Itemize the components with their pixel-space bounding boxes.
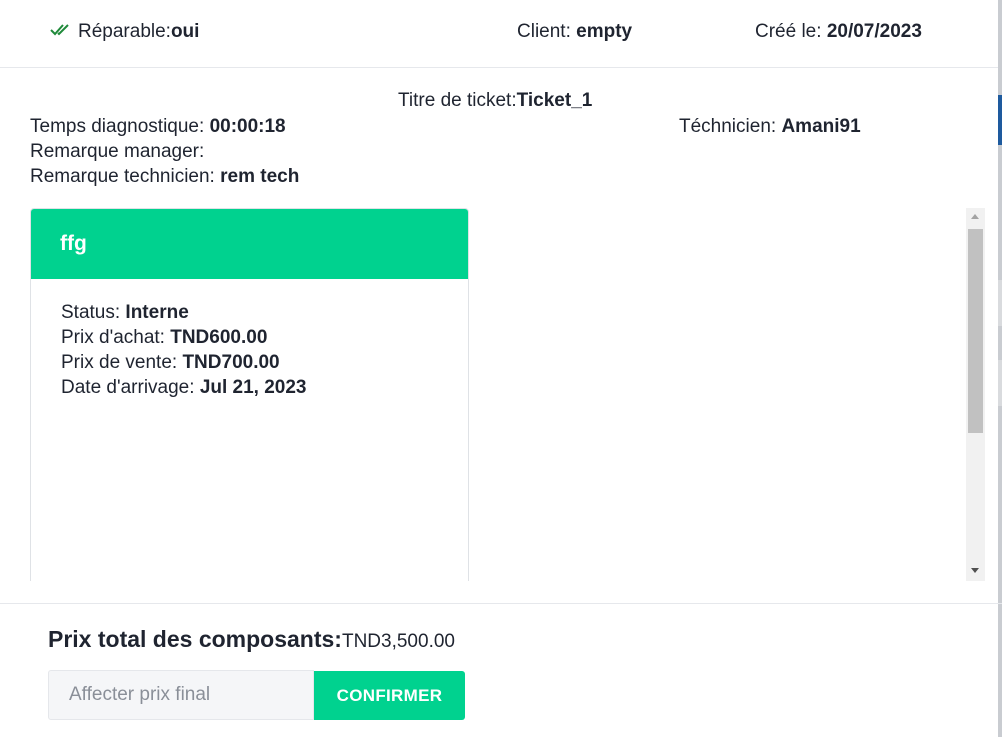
component-arrival-date: Date d'arrivage: Jul 21, 2023 (61, 375, 468, 400)
reparable-label: Réparable: (78, 21, 171, 42)
component-status-label: Status: (61, 302, 126, 323)
sale-price-label: Prix de vente: (61, 352, 183, 373)
technician-remark-label: Remarque technicien: (30, 166, 221, 187)
ticket-title: Titre de ticket:Ticket_1 (398, 90, 592, 112)
ticket-title-label: Titre de ticket: (398, 90, 517, 111)
scroll-up-arrow-icon[interactable] (971, 214, 979, 219)
scrollbar-thumb[interactable] (968, 229, 983, 433)
diagnostic-time-value: 00:00:18 (209, 116, 286, 137)
scroll-down-arrow-icon[interactable] (971, 568, 979, 573)
total-value: TND3,500.00 (341, 631, 455, 652)
vertical-scrollbar[interactable] (966, 208, 985, 581)
reparable-value: oui (170, 21, 200, 42)
technician: Téchnicien: Amani91 (679, 116, 861, 138)
sale-price-value: TND700.00 (182, 352, 280, 373)
components-total: Prix total des composants:TND3,500.00 (48, 626, 455, 653)
diagnostic-time-label: Temps diagnostique: (30, 116, 210, 137)
technician-value: Amani91 (781, 116, 861, 137)
component-name: ffg (60, 232, 87, 255)
arrival-date-value: Jul 21, 2023 (199, 377, 307, 398)
component-status: Status: Interne (61, 300, 468, 325)
background-window-edge-accent (998, 95, 1002, 145)
confirm-button[interactable]: CONFIRMER (314, 671, 465, 720)
manager-remark-label: Remarque manager: (30, 141, 205, 162)
technician-remark: Remarque technicien: rem tech (30, 166, 299, 188)
manager-remark: Remarque manager: (30, 141, 204, 163)
ticket-footer: Prix total des composants:TND3,500.00 CO… (0, 603, 1002, 738)
technician-label: Téchnicien: (679, 116, 782, 137)
components-scroll-area[interactable]: ffg Status: Interne Prix d'achat: TND600… (0, 208, 1002, 581)
ticket-header: Réparable: oui Client: empty Créé le: 20/… (0, 0, 1002, 68)
client-value: empty (576, 21, 633, 42)
double-check-icon (50, 24, 69, 36)
arrival-date-label: Date d'arrivage: (61, 377, 200, 398)
client-label: Client: (517, 21, 577, 42)
ticket-title-value: Ticket_1 (516, 90, 593, 111)
diagnostic-time: Temps diagnostique: 00:00:18 (30, 116, 286, 138)
total-label: Prix total des composants: (48, 626, 342, 652)
purchase-price-value: TND600.00 (170, 327, 268, 348)
component-status-value: Interne (125, 302, 189, 323)
created-date: Créé le: 20/07/2023 (755, 21, 922, 43)
component-card: ffg Status: Interne Prix d'achat: TND600… (30, 208, 469, 581)
created-value: 20/07/2023 (826, 21, 922, 42)
component-sale-price: Prix de vente: TND700.00 (61, 350, 468, 375)
client-info: Client: empty (517, 21, 632, 43)
technician-remark-value: rem tech (220, 166, 300, 187)
component-card-body: Status: Interne Prix d'achat: TND600.00 … (31, 279, 468, 400)
component-purchase-price: Prix d'achat: TND600.00 (61, 325, 468, 350)
purchase-price-label: Prix d'achat: (61, 327, 171, 348)
reparable-status: Réparable: oui (50, 21, 199, 43)
final-price-input[interactable] (48, 670, 314, 720)
component-card-header: ffg (31, 209, 468, 279)
created-label: Créé le: (755, 21, 827, 42)
